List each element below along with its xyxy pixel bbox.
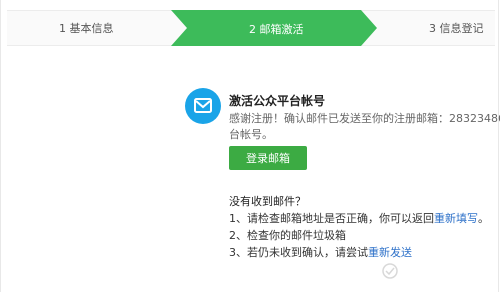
registration-panel: 1 基本信息 2 邮箱激活 3 信息登记 激活公众平台帐号 感谢注册！确认邮件已…	[0, 0, 500, 292]
step-email-activation-label: 2 邮箱激活	[249, 23, 304, 36]
activation-description: 感谢注册！确认邮件已发送至你的注册邮箱：2832348668@	[229, 112, 500, 125]
activation-description-continued: 台帐号。	[229, 128, 273, 141]
step-email-activation: 2 邮箱激活	[171, 10, 377, 46]
watermark-logo	[381, 258, 499, 288]
help-tip-1-text: 1、请检查邮箱地址是否正确，你可以返回	[229, 212, 434, 225]
help-tip-3-text: 3、若仍未收到确认，请尝试	[229, 246, 368, 259]
step-info-registration: 3 信息登记	[429, 22, 484, 35]
help-tip-2: 2、检查你的邮件垃圾箱	[229, 229, 346, 242]
help-tip-1-suffix: 。	[478, 212, 489, 225]
step-basic-info: 1 基本信息	[59, 22, 114, 35]
help-tip-1: 1、请检查邮箱地址是否正确，你可以返回重新填写。	[229, 210, 489, 226]
progress-stepper: 1 基本信息 2 邮箱激活 3 信息登记	[1, 10, 500, 46]
login-email-button[interactable]: 登录邮箱	[229, 146, 307, 170]
no-mail-heading: 没有收到邮件？	[229, 195, 306, 208]
refill-link[interactable]: 重新填写	[434, 212, 478, 225]
activation-title: 激活公众平台帐号	[229, 94, 326, 108]
mail-icon	[185, 88, 221, 124]
